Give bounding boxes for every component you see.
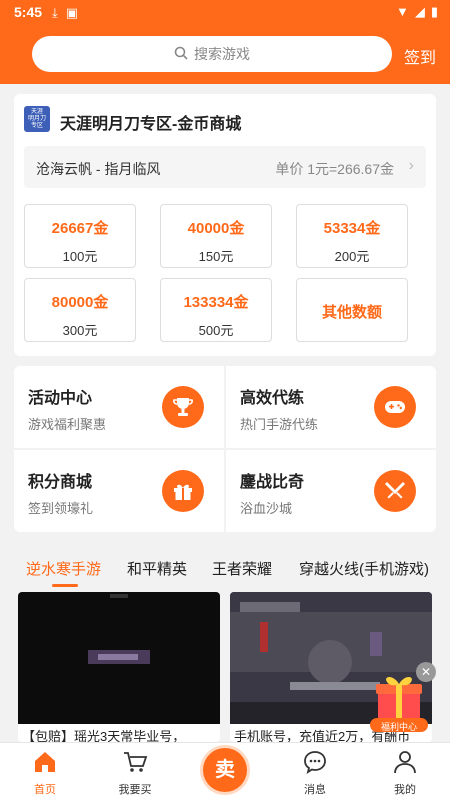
swords-icon bbox=[374, 470, 416, 512]
game-tabs: 逆水寒手游 和平精英 王者荣耀 穿越火线(手机游戏) bbox=[0, 550, 450, 587]
tab-crossfire[interactable]: 穿越火线(手机游戏) bbox=[299, 558, 429, 579]
tab-heping[interactable]: 和平精英 bbox=[127, 558, 187, 579]
search-placeholder: 搜索游戏 bbox=[194, 46, 250, 62]
feature-activity-center[interactable]: 活动中心 游戏福利聚惠 bbox=[14, 366, 224, 448]
gamepad-icon bbox=[374, 386, 416, 428]
user-icon bbox=[370, 749, 440, 775]
server-selector[interactable]: 沧海云帆 - 指月临风 单价 1元=266.67金 › bbox=[24, 146, 426, 188]
search-bar[interactable]: 搜索游戏 bbox=[32, 36, 392, 72]
gold-package[interactable]: 80000金 300元 bbox=[24, 278, 136, 342]
nav-messages[interactable]: 消息 bbox=[280, 749, 350, 797]
chevron-right-icon: › bbox=[408, 157, 414, 174]
game-logo: 天涯 明月刀 专区 bbox=[24, 106, 50, 132]
status-notification-icons: ⤓ ▣ bbox=[52, 4, 86, 21]
gold-package[interactable]: 40000金 150元 bbox=[160, 204, 272, 268]
welfare-center-label: 福利中心 bbox=[380, 722, 417, 732]
cart-icon bbox=[100, 749, 170, 775]
battery-icon: ▮ bbox=[430, 4, 438, 19]
feature-boosting[interactable]: 高效代练 热门手游代练 bbox=[226, 366, 436, 448]
sell-button[interactable]: 卖 bbox=[203, 748, 247, 792]
download-icon: ⤓ bbox=[52, 5, 58, 20]
message-icon bbox=[280, 749, 350, 775]
unit-price: 单价 1元=266.67金 bbox=[275, 161, 394, 177]
feature-bichi-battle[interactable]: 鏖战比奇 浴血沙城 bbox=[226, 450, 436, 532]
shop-title: 天涯明月刀专区-金币商城 bbox=[60, 116, 242, 133]
tab-underline bbox=[52, 584, 78, 587]
nav-mine[interactable]: 我的 bbox=[370, 749, 440, 797]
gold-shop-card: 天涯 明月刀 专区 天涯明月刀专区-金币商城 沧海云帆 - 指月临风 单价 1元… bbox=[14, 94, 436, 356]
close-icon[interactable]: ✕ bbox=[416, 662, 436, 682]
feature-points-mall[interactable]: 积分商城 签到领壕礼 bbox=[14, 450, 224, 532]
home-icon bbox=[10, 749, 80, 775]
gold-package[interactable]: 133334金 500元 bbox=[160, 278, 272, 342]
wifi-icon: ▼ bbox=[395, 4, 409, 19]
listing-caption: 【包赔】瑶光3天常毕业号， bbox=[22, 729, 186, 742]
gold-package[interactable]: 26667金 100元 bbox=[24, 204, 136, 268]
tab-wangzhe[interactable]: 王者荣耀 bbox=[212, 558, 272, 579]
signal-icon: ◢ bbox=[414, 4, 425, 19]
nav-home[interactable]: 首页 bbox=[10, 749, 80, 797]
checkin-button[interactable]: 签到 bbox=[404, 44, 436, 68]
app-notification-icon: ▣ bbox=[65, 5, 79, 20]
nav-buy[interactable]: 我要买 bbox=[100, 749, 170, 797]
listing-screenshot bbox=[18, 592, 220, 724]
other-amount-button[interactable]: 其他数额 bbox=[296, 278, 408, 342]
trophy-icon bbox=[162, 386, 204, 428]
gold-package[interactable]: 53334金 200元 bbox=[296, 204, 408, 268]
listing-card[interactable]: 【包赔】瑶光3天常毕业号， bbox=[18, 592, 220, 742]
tab-nishuihan[interactable]: 逆水寒手游 bbox=[26, 558, 101, 579]
status-time: 5:45 bbox=[14, 4, 43, 20]
server-name: 沧海云帆 - 指月临风 bbox=[36, 161, 161, 177]
status-system-icons: ▼ ◢ ▮ bbox=[390, 4, 438, 20]
gift-icon bbox=[162, 470, 204, 512]
status-bar: 5:45 ⤓ ▣ ▼ ◢ ▮ bbox=[0, 0, 450, 26]
search-icon bbox=[174, 37, 188, 73]
